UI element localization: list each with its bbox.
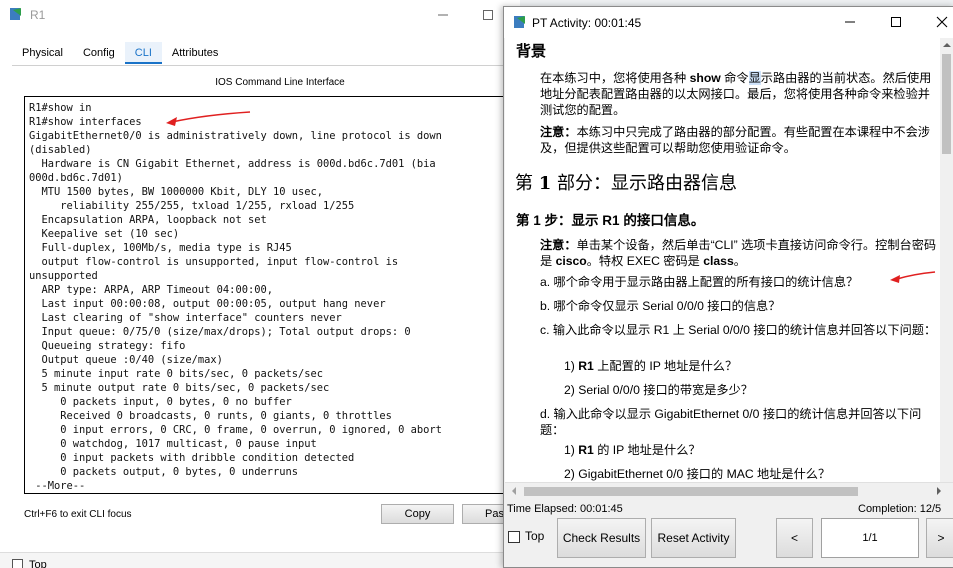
cli-line: MTU 1500 bytes, BW 1000000 Kbit, DLY 10 … bbox=[29, 186, 324, 198]
cli-line: Full-duplex, 100Mb/s, media type is RJ45 bbox=[29, 242, 292, 254]
r1-top-checkbox[interactable] bbox=[12, 559, 23, 568]
background-paragraph: 在本练习中，您将使用各种 show 命令显示路由器的当前状态。然后使用 地址分配… bbox=[540, 71, 932, 117]
cli-line: 5 minute input rate 0 bits/sec, 0 packet… bbox=[29, 368, 324, 380]
next-page-button[interactable]: > bbox=[926, 518, 953, 558]
cli-line: Last input 00:00:08, output 00:00:05, ou… bbox=[29, 298, 386, 310]
cli-line: Last clearing of "show interface" counte… bbox=[29, 312, 342, 324]
maximize-icon bbox=[891, 17, 901, 27]
step-note-paragraph: 注意：单击某个设备，然后单击“CLI” 选项卡直接访问命令行。控制台密码是 ci… bbox=[540, 238, 937, 268]
r1-window-title: R1 bbox=[30, 8, 46, 22]
instructions-pane[interactable]: 背景 在本练习中，您将使用各种 show 命令显示路由器的当前状态。然后使用 地… bbox=[505, 38, 949, 482]
question-a: a. 哪个命令用于显示路由器上配置的所有接口的统计信息？ bbox=[540, 275, 859, 289]
scroll-right-icon[interactable] bbox=[935, 487, 943, 495]
cli-terminal[interactable]: R1#show in R1#show interfaces GigabitEther… bbox=[24, 96, 508, 494]
cli-line: R1#show interfaces bbox=[29, 116, 142, 128]
top-checkbox[interactable] bbox=[508, 531, 520, 543]
cli-line: output flow-control is unsupported, inpu… bbox=[29, 256, 399, 268]
question-d1: 1) R1 的 IP 地址是什么？ bbox=[564, 443, 701, 457]
cli-line: 000d.bd6c.7d01) bbox=[29, 172, 123, 184]
question-d: d. 输入此命令以显示 GigabitEthernet 0/0 接口的统计信息并… bbox=[540, 407, 922, 437]
cli-line: GigabitEthernet0/0 is administratively d… bbox=[29, 130, 442, 142]
cli-line: Queueing strategy: fifo bbox=[29, 340, 186, 352]
pt-minimize-button[interactable] bbox=[828, 10, 872, 34]
cli-line: Received 0 broadcasts, 0 runts, 0 giants… bbox=[29, 410, 392, 422]
r1-status-strip bbox=[0, 552, 520, 568]
r1-window: R1 Physical Config CLI Attributes IOS Co… bbox=[0, 0, 522, 568]
cli-line: 0 packets output, 0 bytes, 0 underruns bbox=[29, 466, 298, 478]
question-b: b. 哪个命令仅显示 Serial 0/0/0 接口的信息？ bbox=[540, 299, 781, 313]
packet-tracer-app-icon bbox=[514, 16, 525, 28]
tab-attributes[interactable]: Attributes bbox=[162, 42, 228, 64]
time-elapsed: Time Elapsed: 00:01:45 bbox=[507, 503, 623, 515]
step-heading: 第 1 步：显示 R1 的接口信息。 bbox=[516, 213, 705, 228]
page-indicator: 1/1 bbox=[821, 518, 919, 558]
annotation-arrow-icon bbox=[166, 111, 251, 126]
cli-line: R1#show in bbox=[29, 102, 92, 114]
tab-divider bbox=[12, 65, 518, 66]
previous-page-button[interactable]: < bbox=[776, 518, 813, 558]
question-d2: 2) GigabitEthernet 0/0 接口的 MAC 地址是什么？ bbox=[564, 467, 831, 481]
vertical-scrollbar[interactable] bbox=[940, 38, 953, 482]
reset-activity-button[interactable]: Reset Activity bbox=[651, 518, 736, 558]
cli-line: 0 input packets with dribble condition d… bbox=[29, 452, 355, 464]
minimize-icon bbox=[438, 14, 448, 16]
scroll-left-icon[interactable] bbox=[510, 487, 518, 495]
cli-line: unsupported bbox=[29, 270, 98, 282]
cli-line: Hardware is CN Gigabit Ethernet, address… bbox=[29, 158, 436, 170]
minimize-icon bbox=[845, 21, 855, 23]
question-c: c. 输入此命令以显示 R1 上 Serial 0/0/0 接口的统计信息并回答… bbox=[540, 323, 937, 337]
r1-titlebar[interactable]: R1 bbox=[0, 0, 520, 30]
tab-cli[interactable]: CLI bbox=[124, 42, 162, 64]
cli-line: Keepalive set (10 sec) bbox=[29, 228, 180, 240]
packet-tracer-app-icon bbox=[10, 8, 21, 20]
close-icon bbox=[936, 16, 948, 28]
r1-top-label: Top bbox=[29, 559, 47, 568]
cli-line: reliability 255/255, txload 1/255, rxloa… bbox=[29, 200, 355, 212]
check-results-button[interactable]: Check Results bbox=[557, 518, 646, 558]
cli-line: 0 packets input, 0 bytes, 0 no buffer bbox=[29, 396, 292, 408]
scroll-up-icon[interactable] bbox=[943, 41, 951, 49]
pt-titlebar[interactable]: PT Activity: 00:01:45 bbox=[504, 7, 953, 38]
question-c1: 1) R1 上配置的 IP 地址是什么？ bbox=[564, 359, 738, 373]
cli-line: 0 input errors, 0 CRC, 0 frame, 0 overru… bbox=[29, 424, 442, 436]
copy-button[interactable]: Copy bbox=[381, 504, 454, 524]
cli-output: R1#show in R1#show interfaces GigabitEther… bbox=[29, 101, 503, 493]
horizontal-scrollbar[interactable] bbox=[505, 482, 953, 499]
cli-focus-hint: Ctrl+F6 to exit CLI focus bbox=[24, 509, 132, 520]
cli-line: ARP type: ARPA, ARP Timeout 04:00:00, bbox=[29, 284, 273, 296]
question-c2: 2) Serial 0/0/0 接口的带宽是多少？ bbox=[564, 383, 753, 397]
part-heading: 第 1 部分：显示路由器信息 bbox=[515, 173, 737, 194]
pt-maximize-button[interactable] bbox=[874, 10, 918, 34]
pt-activity-window: PT Activity: 00:01:45 背景 在本练习中，您将使用各种 sh… bbox=[503, 6, 953, 568]
cli-line: 0 watchdog, 1017 multicast, 0 pause inpu… bbox=[29, 438, 317, 450]
cli-line: (disabled) bbox=[29, 144, 92, 156]
cli-line: Input queue: 0/75/0 (size/max/drops); To… bbox=[29, 326, 411, 338]
tab-physical[interactable]: Physical bbox=[12, 42, 73, 64]
annotation-arrow-icon bbox=[890, 271, 936, 283]
cli-line: Output queue :0/40 (size/max) bbox=[29, 354, 223, 366]
pt-window-title: PT Activity: 00:01:45 bbox=[532, 16, 642, 30]
cli-line: Encapsulation ARPA, loopback not set bbox=[29, 214, 267, 226]
r1-minimize-button[interactable] bbox=[421, 3, 465, 27]
note-paragraph: 注意：本练习中只完成了路由器的部分配置。有些配置在本课程中不会涉及，但提供这些配… bbox=[540, 125, 930, 155]
pt-close-button[interactable] bbox=[920, 10, 953, 34]
cli-heading: IOS Command Line Interface bbox=[215, 77, 345, 88]
cli-line: --More-- bbox=[29, 480, 86, 492]
r1-tab-bar: Physical Config CLI Attributes bbox=[12, 42, 228, 66]
vertical-scroll-thumb[interactable] bbox=[942, 54, 951, 154]
tab-config[interactable]: Config bbox=[73, 42, 125, 64]
cli-line: 5 minute output rate 0 bits/sec, 0 packe… bbox=[29, 382, 330, 394]
completion-status: Completion: 12/5 bbox=[858, 503, 942, 515]
horizontal-scroll-thumb[interactable] bbox=[524, 487, 858, 496]
top-checkbox-label: Top bbox=[525, 529, 545, 543]
maximize-icon bbox=[483, 10, 493, 20]
section-heading-background: 背景 bbox=[516, 43, 547, 60]
